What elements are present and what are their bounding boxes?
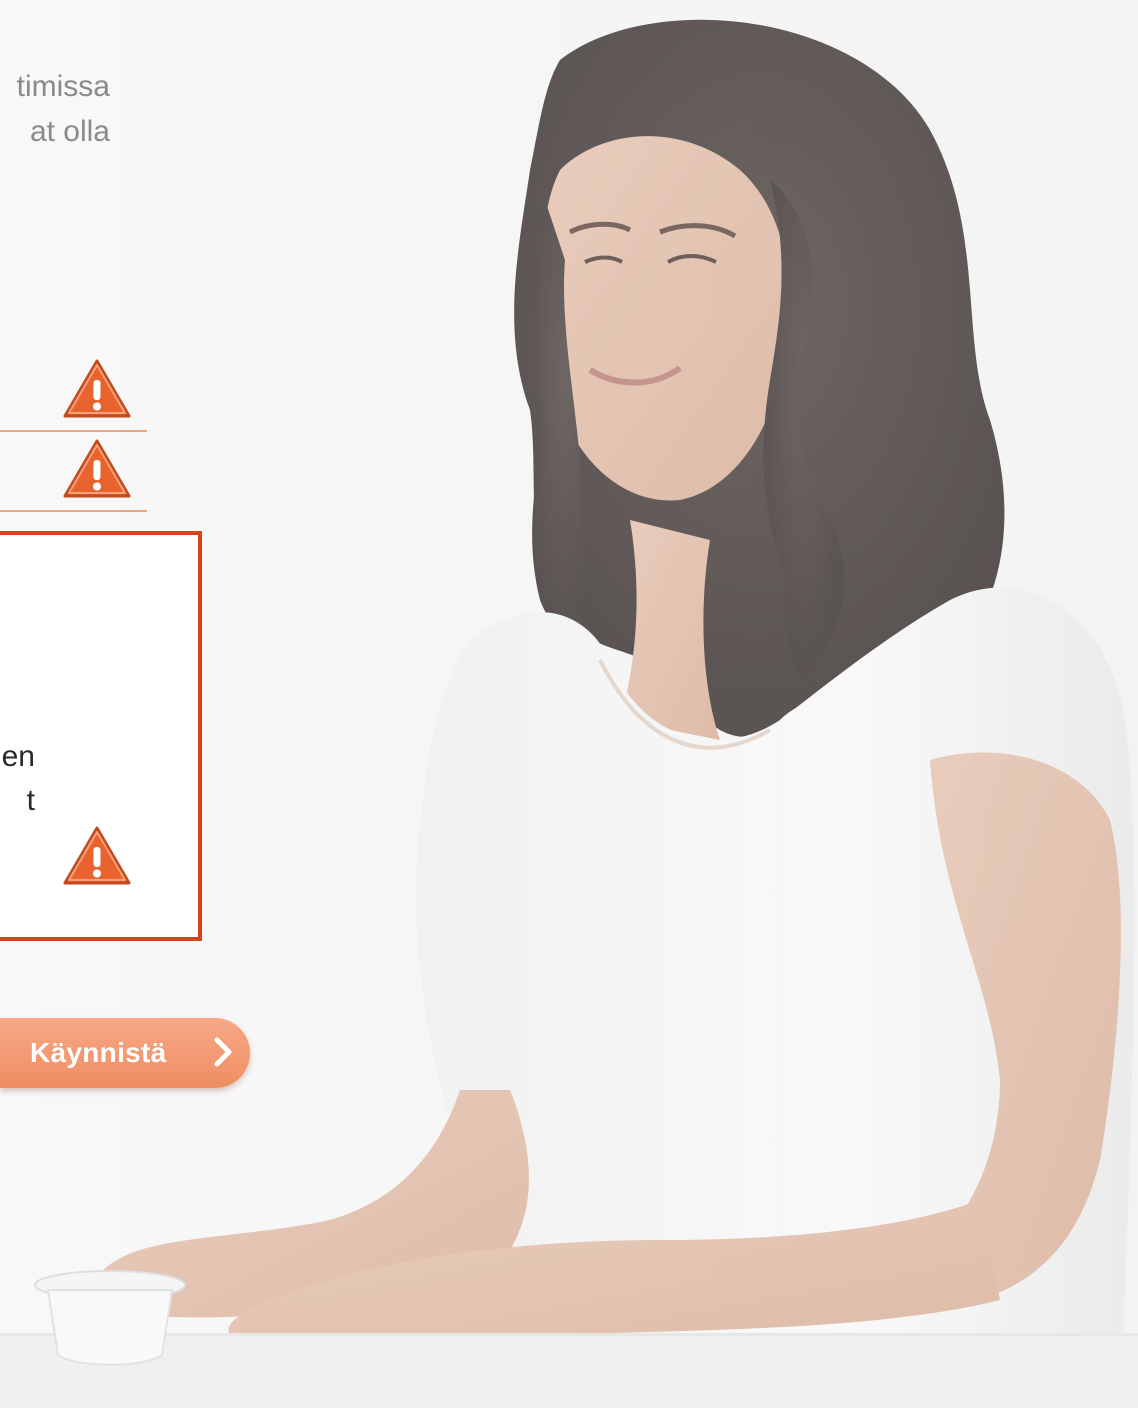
screen: timissa at olla en t Käynnistä — [0, 0, 1138, 1408]
alert-line-1: en — [1, 740, 35, 773]
warning-row-2 — [0, 432, 147, 512]
start-button-label: Käynnistä — [30, 1037, 167, 1068]
alert-line-2: t — [26, 784, 35, 817]
warning-triangle-icon — [63, 439, 131, 498]
start-button[interactable]: Käynnistä — [0, 1018, 250, 1088]
alert-text: en t — [0, 735, 35, 823]
warning-row-1 — [0, 352, 147, 432]
alert-box: en t — [0, 531, 202, 941]
chevron-right-icon — [214, 1037, 232, 1067]
warning-triangle-icon — [63, 359, 131, 418]
intro-line-1: timissa — [16, 70, 110, 103]
warning-triangle-icon — [63, 826, 131, 885]
intro-line-2: at olla — [29, 115, 110, 148]
intro-text: timissa at olla — [0, 64, 110, 154]
